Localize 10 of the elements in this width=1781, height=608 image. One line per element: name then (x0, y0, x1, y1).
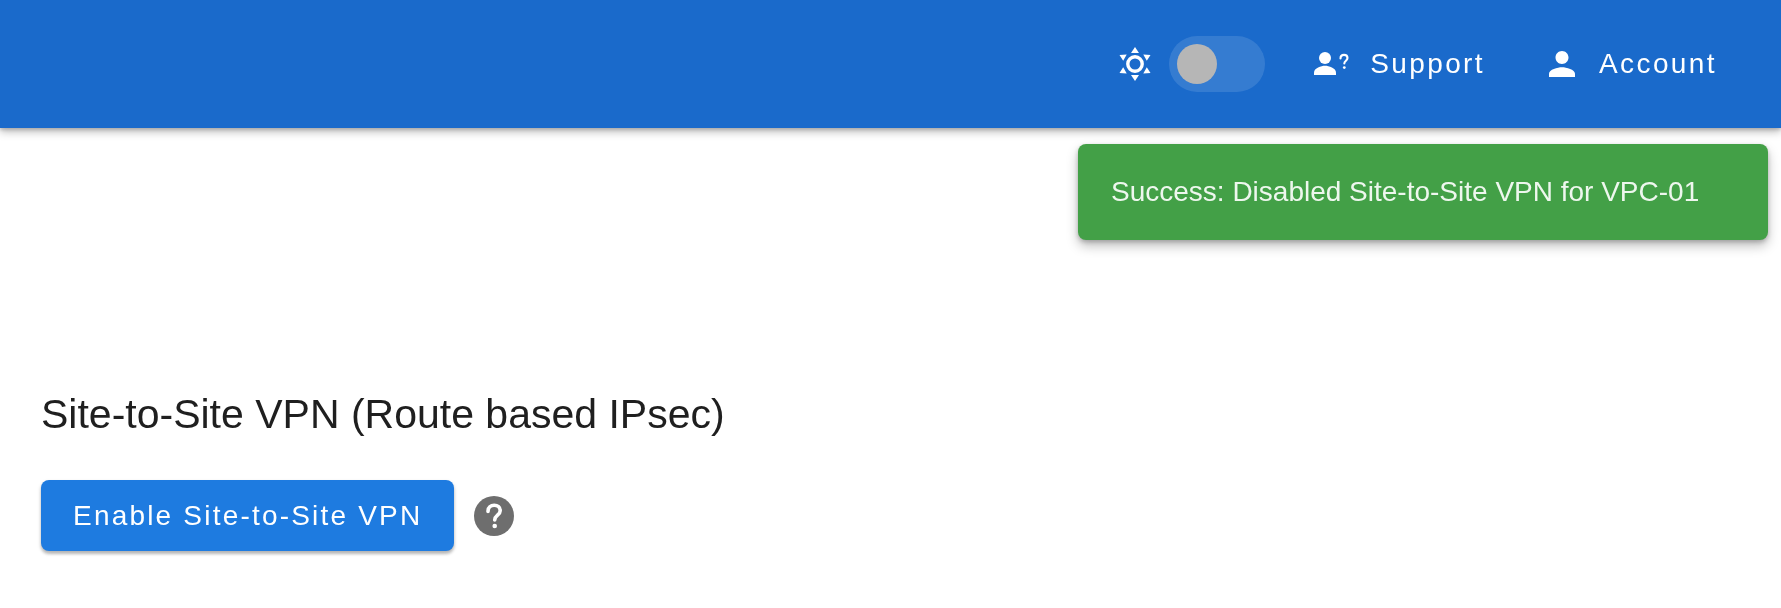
section-title: Site-to-Site VPN (Route based IPsec) (41, 390, 725, 438)
help-icon[interactable] (474, 495, 515, 536)
toast-message: Success: Disabled Site-to-Site VPN for VPC-01 (1111, 176, 1700, 208)
account-button[interactable]: Account (1533, 28, 1733, 100)
brightness-icon (1118, 47, 1153, 81)
theme-switch[interactable] (1169, 36, 1266, 92)
enable-vpn-button[interactable]: Enable Site-to-Site VPN (41, 480, 455, 551)
support-button[interactable]: Support (1298, 28, 1501, 100)
person-question-icon (1314, 51, 1351, 77)
person-icon (1549, 51, 1575, 77)
